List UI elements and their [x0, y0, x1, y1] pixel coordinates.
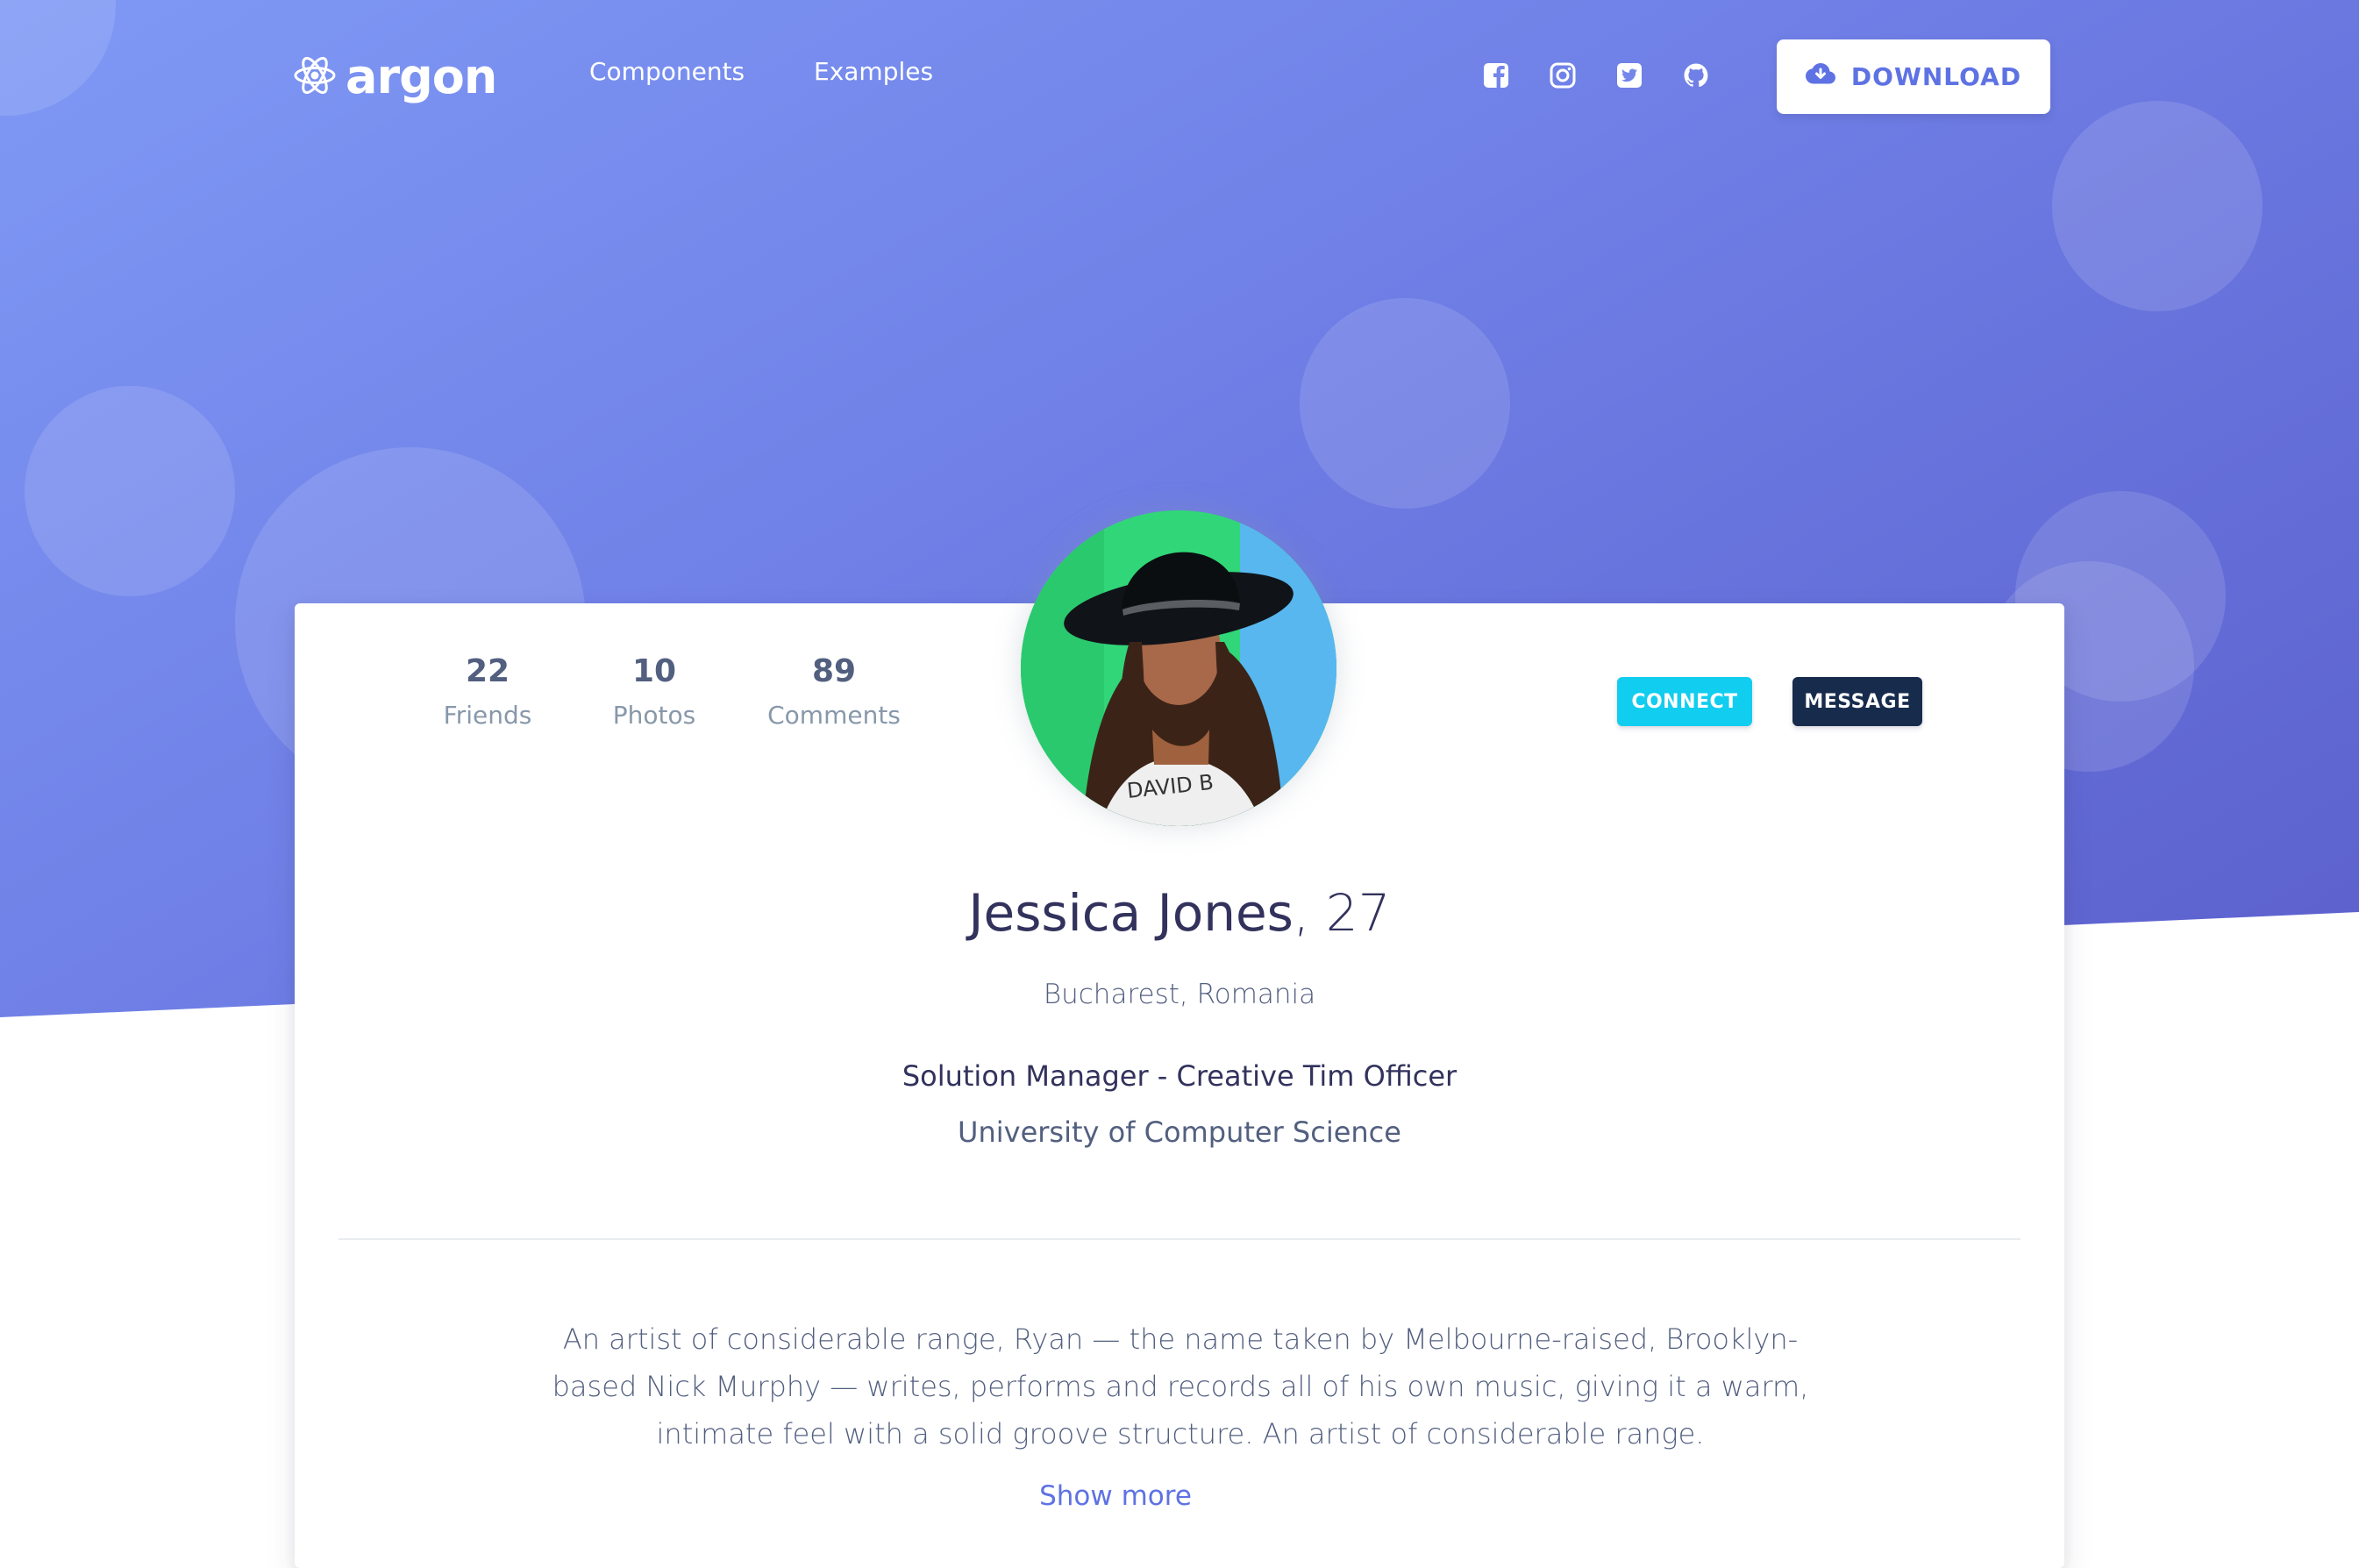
connect-button[interactable]: CONNECT: [1617, 677, 1752, 726]
facebook-icon[interactable]: [1479, 58, 1514, 93]
stat-value: 89: [811, 653, 857, 689]
profile-education: University of Computer Science: [958, 1115, 1401, 1149]
github-icon[interactable]: [1678, 58, 1714, 93]
stat-value: 10: [631, 653, 677, 689]
stat-friends: 22 Friends: [417, 656, 558, 728]
download-label: DOWNLOAD: [1850, 62, 2022, 91]
top-navbar: argon Components Examples DOWNLOAD: [0, 0, 2359, 154]
profile-age: , 27: [1293, 883, 1391, 943]
divider: [339, 1238, 2020, 1240]
decor-circle: [25, 386, 235, 596]
nav-link-examples[interactable]: Examples: [814, 60, 933, 84]
atom-icon: [293, 53, 337, 101]
profile-name: Jessica Jones: [968, 883, 1294, 943]
profile-avatar[interactable]: DAVID B: [1021, 510, 1336, 826]
profile-job: Solution Manager - Creative Tim Officer: [902, 1059, 1457, 1093]
profile-location: Bucharest, Romania: [1043, 979, 1316, 1010]
nav-link-components[interactable]: Components: [589, 60, 745, 84]
stat-photos: 10 Photos: [584, 656, 724, 728]
avatar-photo: DAVID B: [1021, 510, 1336, 826]
decor-circle: [1300, 298, 1510, 509]
stat-label: Comments: [767, 701, 901, 730]
profile-heading: Jessica Jones, 27: [295, 887, 2064, 938]
brand-logo[interactable]: argon: [293, 47, 497, 107]
brand-name: argon: [346, 49, 497, 104]
cloud-download-icon: [1805, 62, 1835, 91]
show-more-link[interactable]: Show more: [295, 1480, 1936, 1512]
instagram-icon[interactable]: [1545, 58, 1580, 93]
stat-label: Friends: [443, 701, 532, 730]
message-button[interactable]: MESSAGE: [1792, 677, 1922, 726]
download-button[interactable]: DOWNLOAD: [1777, 39, 2050, 114]
stat-comments: 89 Comments: [751, 656, 917, 728]
stat-label: Photos: [612, 701, 696, 730]
twitter-icon[interactable]: [1612, 58, 1647, 93]
stat-value: 22: [465, 653, 510, 689]
profile-bio: An artist of considerable range, Ryan — …: [552, 1322, 1809, 1450]
